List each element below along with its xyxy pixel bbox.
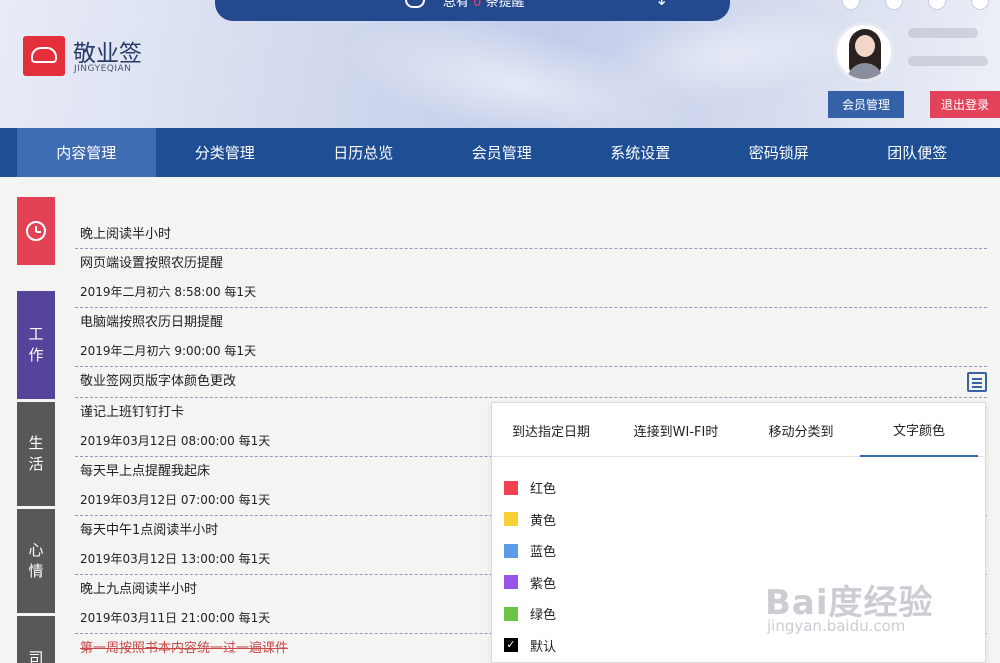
- avatar[interactable]: [834, 22, 894, 82]
- color-option-yellow[interactable]: 黄色: [504, 504, 556, 536]
- color-label: 默认: [530, 639, 557, 655]
- item-title: 网页端设置按照农历提醒: [80, 256, 224, 271]
- category-life[interactable]: 生 活: [17, 402, 55, 506]
- tab-text-color[interactable]: 文字颜色: [860, 403, 978, 457]
- tab-specified-date[interactable]: 到达指定日期: [492, 403, 610, 457]
- category-label: 作: [28, 346, 44, 364]
- app-header: 总有 0 条提醒 ↓ 敬业签 JINGYEQIAN 会员管理 退出登录: [0, 0, 1000, 128]
- color-option-red[interactable]: 红色: [504, 472, 556, 504]
- reminder-banner[interactable]: 总有 0 条提醒 ↓: [215, 0, 730, 21]
- social-icon[interactable]: [971, 0, 989, 10]
- color-label: 紫色: [530, 576, 557, 592]
- category-work[interactable]: 工 作: [17, 291, 55, 399]
- nav-system-settings[interactable]: 系统设置: [571, 128, 710, 177]
- tab-move-category[interactable]: 移动分类到: [742, 403, 860, 457]
- color-option-green[interactable]: 绿色: [504, 598, 556, 630]
- color-swatch: [504, 480, 518, 495]
- item-schedule: 2019年二月初六 8:58:00 每1天: [80, 285, 257, 299]
- color-options: 红色 黄色 蓝色 紫色 绿色 ✓ 默认: [504, 472, 556, 661]
- color-label: 绿色: [530, 608, 557, 624]
- list-item[interactable]: 电脑端按照农历日期提醒 2019年二月初六 9:00:00 每1天: [75, 308, 987, 367]
- social-icon[interactable]: [842, 0, 860, 10]
- watermark-url: jingyan.baidu.com: [767, 617, 906, 635]
- banner-suffix: 条提醒: [485, 0, 525, 10]
- category-label: 活: [28, 455, 44, 473]
- arrow-down-icon[interactable]: ↓: [655, 0, 668, 9]
- item-title: 电脑端按照农历日期提醒: [80, 315, 224, 330]
- nav-calendar-overview[interactable]: 日历总览: [294, 128, 433, 177]
- color-swatch: [504, 575, 518, 590]
- social-icon[interactable]: [928, 0, 946, 10]
- item-title: 晚上阅读半小时: [80, 227, 172, 242]
- popup-tabs: 到达指定日期 连接到WI-FI时 移动分类到 文字颜色: [492, 403, 987, 457]
- calendar-edit-icon[interactable]: [967, 372, 987, 392]
- nav-password-lock[interactable]: 密码锁屏: [710, 128, 849, 177]
- logout-button[interactable]: 退出登录: [930, 91, 1000, 118]
- nav-member-management[interactable]: 会员管理: [433, 128, 572, 177]
- color-label: 红色: [530, 482, 557, 498]
- color-swatch: [504, 606, 518, 621]
- color-option-purple[interactable]: 紫色: [504, 567, 556, 599]
- color-label: 蓝色: [530, 545, 557, 561]
- logo-subtitle: JINGYEQIAN: [74, 64, 132, 74]
- list-item[interactable]: 敬业签网页版字体颜色更改: [75, 367, 987, 398]
- nav-team-notes[interactable]: 团队便签: [848, 128, 987, 177]
- tab-wifi-connect[interactable]: 连接到WI-FI时: [610, 403, 742, 457]
- logo-icon: [23, 36, 65, 76]
- banner-prefix: 总有: [443, 0, 470, 10]
- category-label: 情: [28, 562, 44, 580]
- alarm-clock-icon: [26, 221, 46, 241]
- top-icon-group: [840, 0, 1000, 12]
- nav-category-management[interactable]: 分类管理: [156, 128, 295, 177]
- main-nav: 内容管理 分类管理 日历总览 会员管理 系统设置 密码锁屏 团队便签: [0, 128, 1000, 177]
- category-label: 生: [28, 434, 44, 452]
- user-info-blurred: [900, 22, 990, 72]
- logo-title: 敬业签: [73, 41, 142, 67]
- category-reminder[interactable]: [17, 197, 55, 265]
- color-swatch: [504, 543, 518, 558]
- watermark: Bai度经验 jingyan.baidu.com: [765, 565, 985, 645]
- category-label: 司: [28, 649, 44, 663]
- list-item[interactable]: 网页端设置按照农历提醒 2019年二月初六 8:58:00 每1天: [75, 249, 987, 308]
- category-label: 心: [28, 541, 44, 559]
- category-other[interactable]: 司: [17, 616, 55, 663]
- checkmark-icon: ✓: [504, 638, 518, 653]
- reminder-count: 0: [473, 0, 482, 10]
- item-schedule: 2019年二月初六 9:00:00 每1天: [80, 344, 257, 358]
- nav-content-management[interactable]: 内容管理: [17, 128, 156, 177]
- member-management-button[interactable]: 会员管理: [828, 91, 904, 118]
- chat-icon: [405, 0, 425, 8]
- color-option-default[interactable]: ✓ 默认: [504, 630, 556, 662]
- list-item[interactable]: 晚上阅读半小时: [75, 218, 987, 249]
- color-option-blue[interactable]: 蓝色: [504, 535, 556, 567]
- social-icon[interactable]: [885, 0, 903, 10]
- category-mood[interactable]: 心 情: [17, 509, 55, 613]
- item-title: 敬业签网页版字体颜色更改: [80, 374, 237, 389]
- color-label: 黄色: [530, 513, 557, 529]
- category-label: 工: [28, 325, 44, 343]
- color-swatch: [504, 512, 518, 527]
